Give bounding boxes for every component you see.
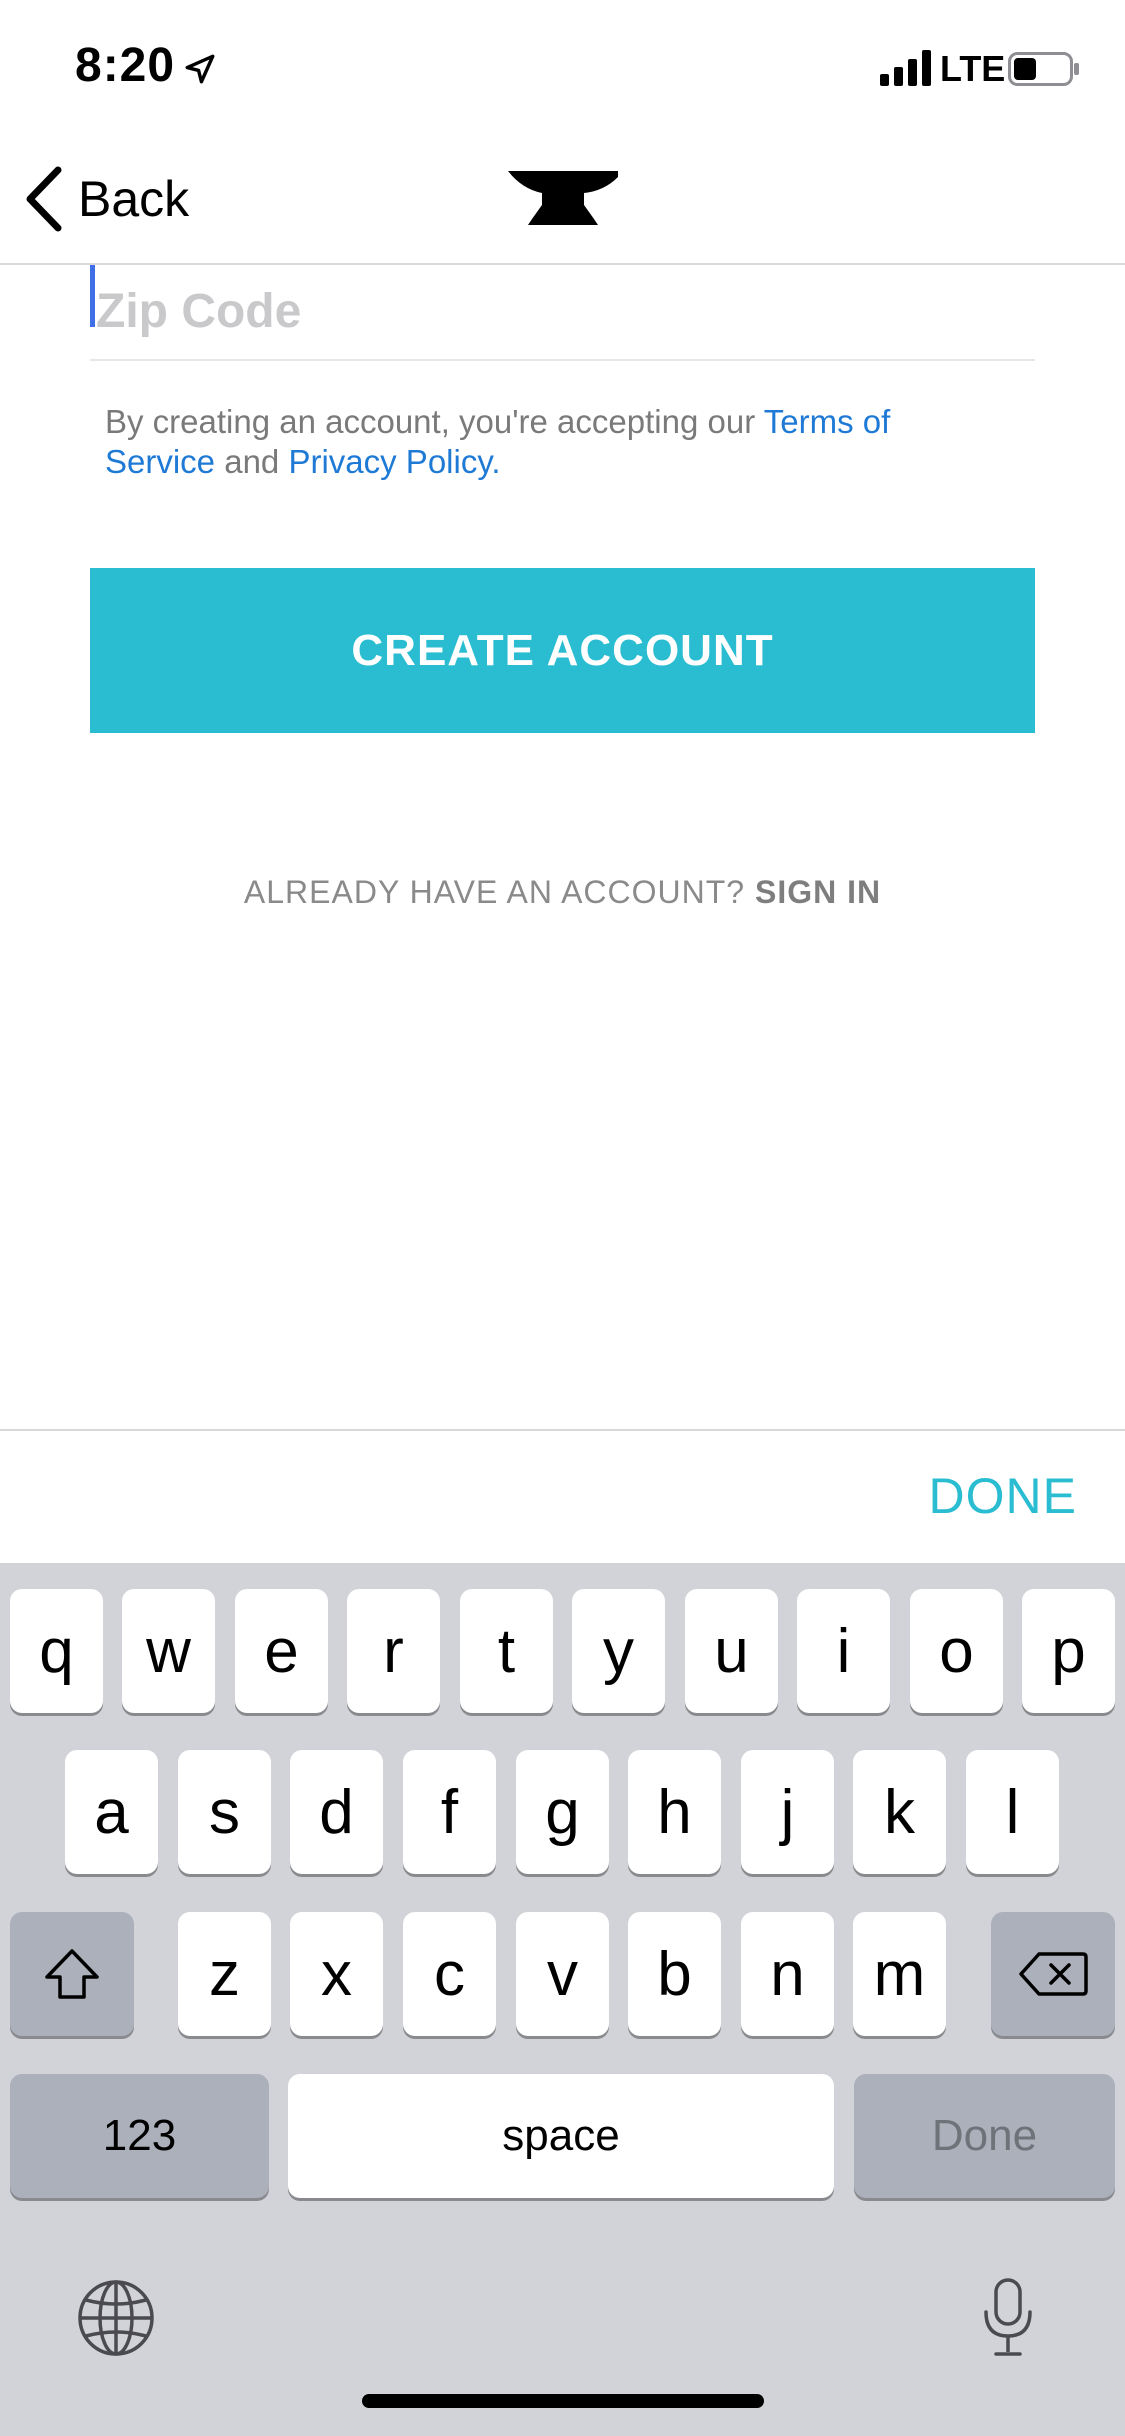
home-indicator[interactable] <box>362 2394 764 2408</box>
keyboard-done-key[interactable]: Done <box>854 2074 1115 2198</box>
chevron-left-icon <box>26 166 62 232</box>
privacy-policy-link[interactable]: Privacy Policy <box>288 443 491 480</box>
status-time: 8:20 <box>75 39 176 92</box>
key-c[interactable]: c <box>403 1912 496 2036</box>
key-d[interactable]: d <box>290 1750 383 1874</box>
key-q[interactable]: q <box>10 1589 103 1713</box>
navigation-bar: Back <box>0 135 1125 265</box>
signin-prompt: ALREADY HAVE AN ACCOUNT? <box>243 874 755 910</box>
key-f[interactable]: f <box>403 1750 496 1874</box>
network-type: LTE <box>940 48 1006 89</box>
terms-suffix: . <box>491 443 501 480</box>
terms-prefix: By creating an account, you're accepting… <box>105 403 764 440</box>
key-k[interactable]: k <box>853 1750 946 1874</box>
sign-in-link[interactable]: SIGN IN <box>755 874 881 910</box>
key-z[interactable]: z <box>178 1912 271 2036</box>
key-r[interactable]: r <box>347 1589 440 1713</box>
numbers-key[interactable]: 123 <box>10 2074 269 2198</box>
key-e[interactable]: e <box>235 1589 328 1713</box>
key-p[interactable]: p <box>1022 1589 1115 1713</box>
key-i[interactable]: i <box>797 1589 890 1713</box>
key-t[interactable]: t <box>460 1589 553 1713</box>
key-h[interactable]: h <box>628 1750 721 1874</box>
back-button[interactable]: Back <box>22 163 189 235</box>
zip-code-field-row <box>90 265 1035 361</box>
status-bar: 8:20 LTE <box>0 0 1125 135</box>
signup-screen: 8:20 LTE Back B <box>0 0 1125 2436</box>
key-g[interactable]: g <box>516 1750 609 1874</box>
key-n[interactable]: n <box>741 1912 834 2036</box>
microphone-icon[interactable] <box>980 2278 1036 2358</box>
terms-notice: By creating an account, you're accepting… <box>105 402 1005 482</box>
key-y[interactable]: y <box>572 1589 665 1713</box>
key-x[interactable]: x <box>290 1912 383 2036</box>
terms-middle: and <box>215 443 289 480</box>
key-b[interactable]: b <box>628 1912 721 2036</box>
backspace-key[interactable] <box>991 1912 1115 2036</box>
globe-icon[interactable] <box>76 2278 156 2358</box>
anvil-logo-icon <box>508 171 618 225</box>
location-arrow-icon <box>185 54 215 84</box>
key-a[interactable]: a <box>65 1750 158 1874</box>
create-account-button[interactable]: CREATE ACCOUNT <box>90 568 1035 733</box>
key-m[interactable]: m <box>853 1912 946 2036</box>
key-s[interactable]: s <box>178 1750 271 1874</box>
key-u[interactable]: u <box>685 1589 778 1713</box>
key-j[interactable]: j <box>741 1750 834 1874</box>
zip-code-input[interactable] <box>90 265 1035 357</box>
signal-bars-icon <box>880 50 931 86</box>
shift-key[interactable] <box>10 1912 134 2036</box>
battery-icon <box>1008 52 1079 86</box>
keyboard-accessory-bar: DONE <box>0 1429 1125 1563</box>
key-v[interactable]: v <box>516 1912 609 2036</box>
space-key[interactable]: space <box>288 2074 834 2198</box>
backspace-icon <box>1019 1952 1088 1996</box>
done-accessory-button[interactable]: DONE <box>929 1467 1077 1525</box>
key-w[interactable]: w <box>122 1589 215 1713</box>
shift-icon <box>45 1949 99 1999</box>
back-label: Back <box>78 171 190 227</box>
key-l[interactable]: l <box>966 1750 1059 1874</box>
signin-prompt-line: ALREADY HAVE AN ACCOUNT? SIGN IN <box>0 874 1125 911</box>
text-cursor <box>90 265 95 327</box>
key-o[interactable]: o <box>910 1589 1003 1713</box>
